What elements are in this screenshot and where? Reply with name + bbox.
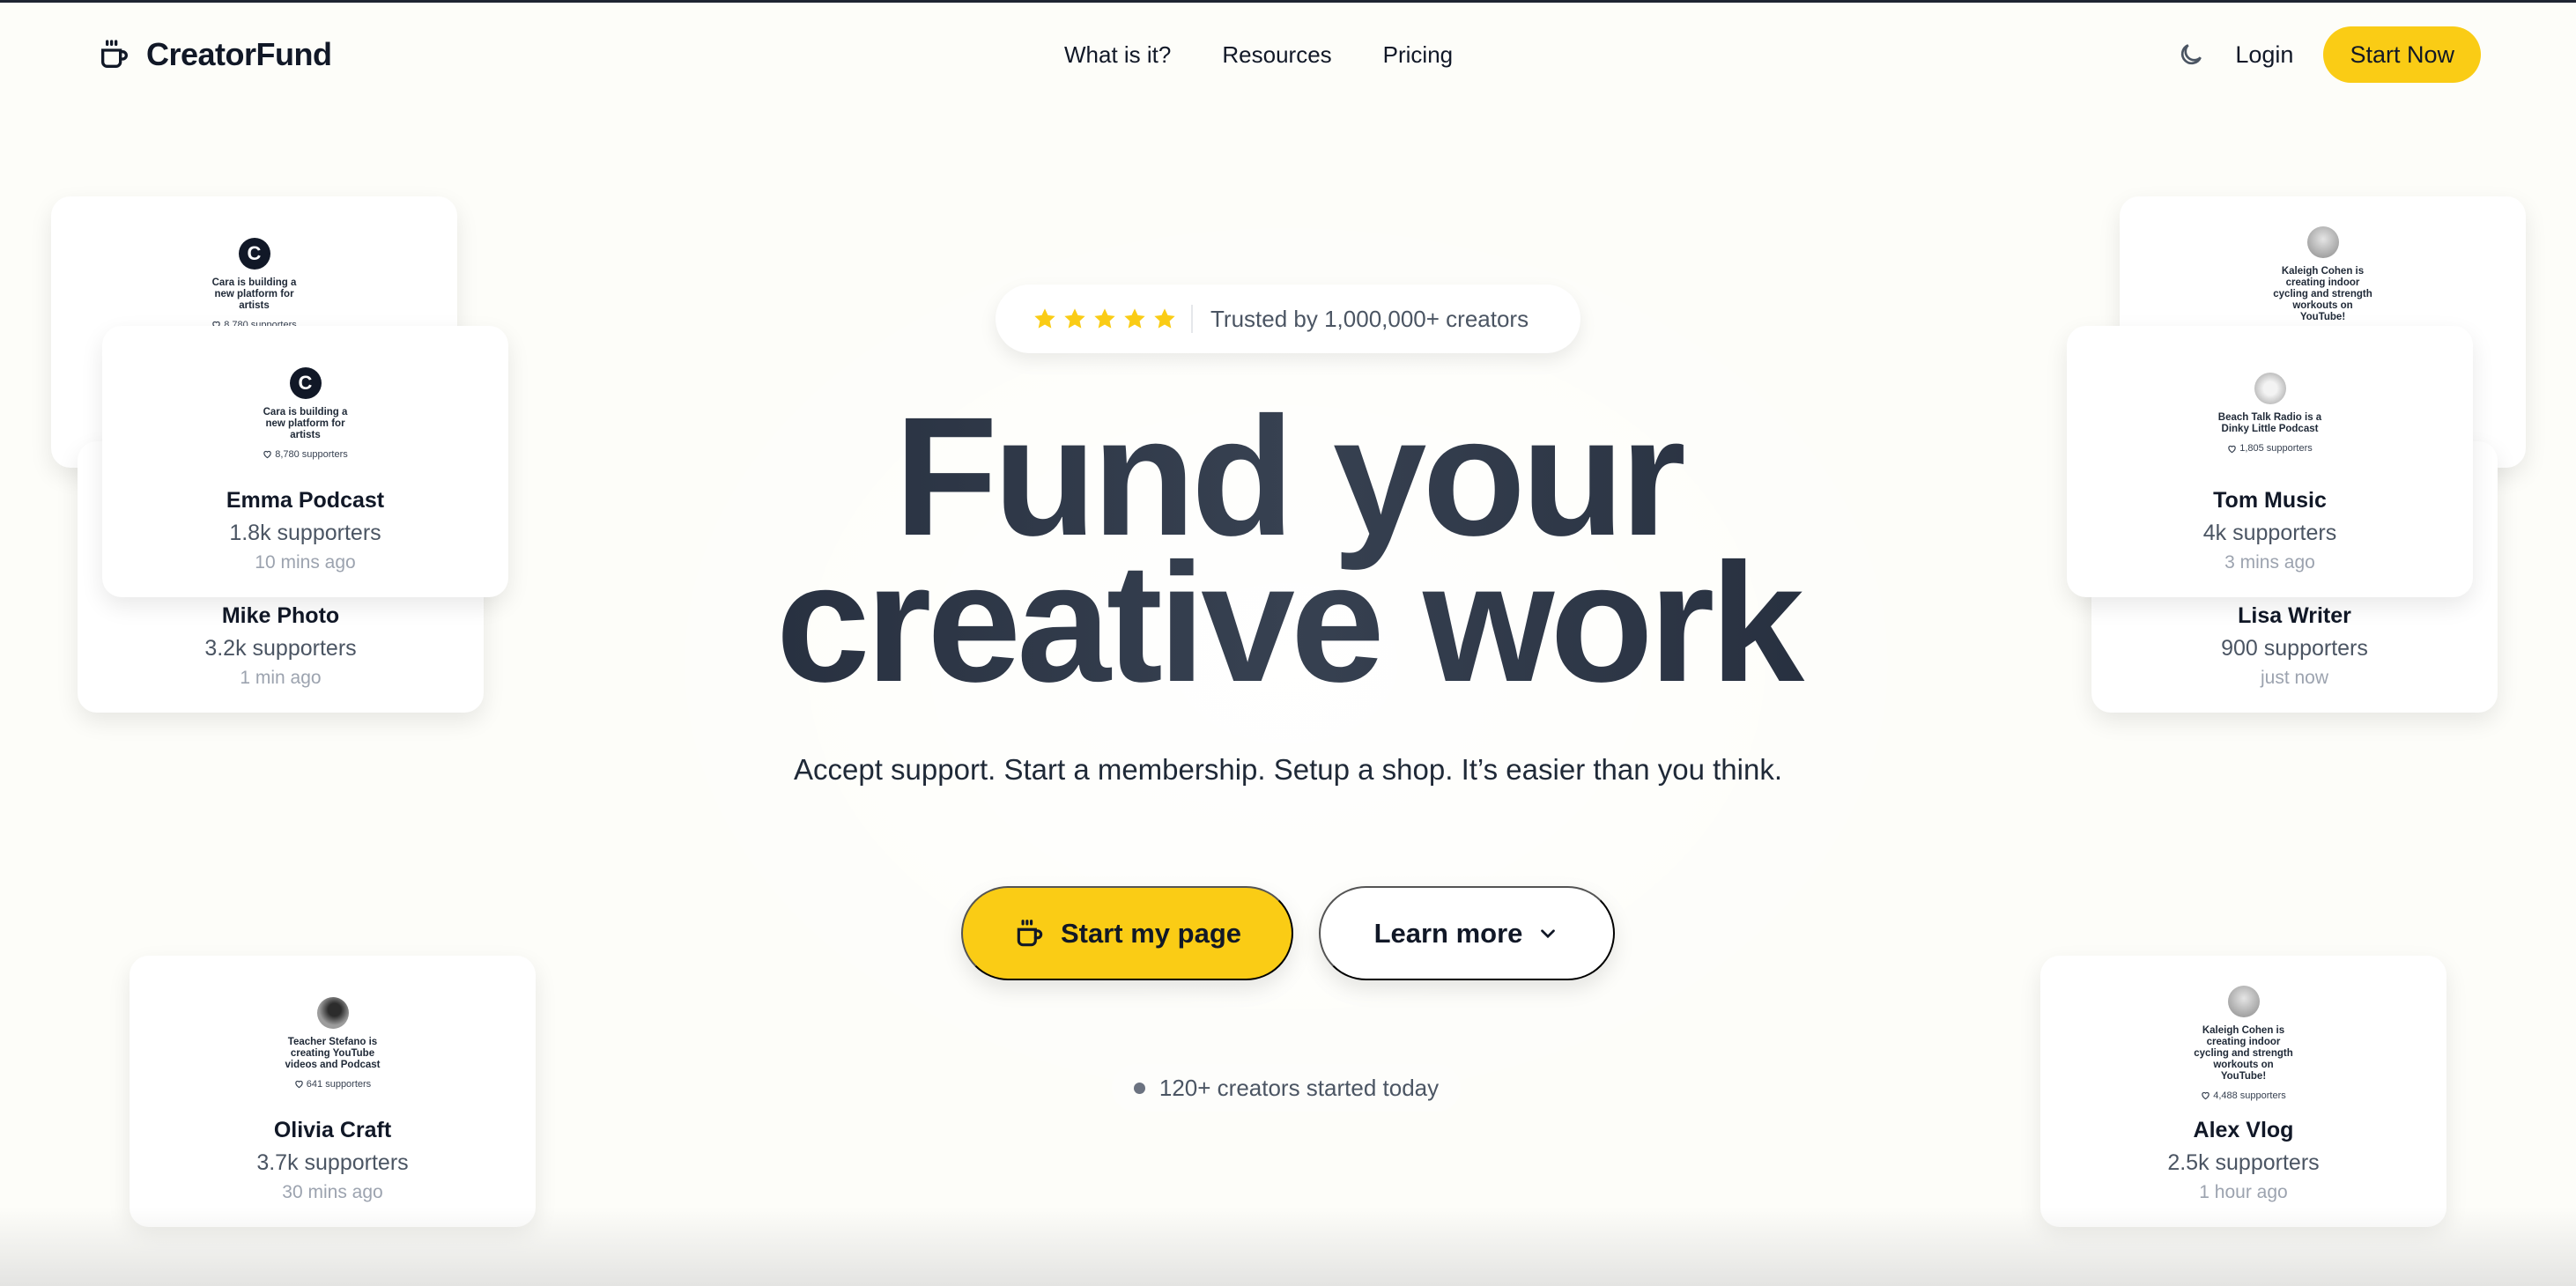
start-now-button[interactable]: Start Now — [2323, 26, 2481, 83]
preview-supporters: 4,488 supporters — [2201, 1090, 2286, 1101]
chevron-down-icon — [1541, 928, 1556, 938]
status-dot — [1133, 1082, 1145, 1094]
learn-more-label: Learn more — [1373, 917, 1523, 949]
card-meta: Alex Vlog 2.5k supporters 1 hour ago — [2040, 1114, 2446, 1206]
creator-name: Olivia Craft — [273, 1118, 392, 1142]
hero-subtitle: Accept support. Start a membership. Setu… — [794, 753, 1782, 786]
preview-description: Cara is building a new platform for arti… — [211, 277, 297, 311]
card-preview: Teacher Stefano is creating YouTube vide… — [130, 977, 536, 1109]
heart-icon — [2202, 1091, 2210, 1100]
timestamp: 30 mins ago — [282, 1182, 383, 1202]
trust-badge: Trusted by 1,000,000+ creators — [996, 285, 1580, 353]
nav-resources[interactable]: Resources — [1222, 41, 1331, 69]
supporter-count: 2.5k supporters — [2167, 1150, 2320, 1175]
supporter-count: 3.7k supporters — [256, 1150, 409, 1175]
main-nav: What is it? Resources Pricing — [1064, 41, 1453, 69]
creator-avatar — [316, 996, 349, 1029]
hero-title: Fund your creative work — [0, 403, 2576, 696]
creator-avatar — [2306, 225, 2339, 258]
brand-logo[interactable]: CreatorFund — [97, 36, 332, 73]
timestamp: 1 hour ago — [2199, 1182, 2288, 1202]
star-icon — [1154, 308, 1175, 329]
preview-description: Kaleigh Cohen is creating indoor cycling… — [2194, 1024, 2293, 1082]
coffee-mug-icon — [101, 40, 128, 68]
learn-more-button[interactable]: Learn more — [1319, 886, 1615, 980]
creator-name: Alex Vlog — [2193, 1118, 2294, 1142]
creator-card-alex[interactable]: Kaleigh Cohen is creating indoor cycling… — [2040, 956, 2446, 1227]
star-icon — [1064, 308, 1085, 329]
star-icon — [1034, 308, 1055, 329]
nav-what-is-it[interactable]: What is it? — [1064, 41, 1171, 69]
trusted-text: Trusted by 1,000,000+ creators — [1210, 305, 1529, 332]
start-my-page-button[interactable]: Start my page — [961, 886, 1293, 980]
star-icon — [1124, 308, 1145, 329]
coffee-mug-icon — [1017, 919, 1043, 946]
divider — [1191, 305, 1193, 333]
brand-name: CreatorFund — [146, 36, 332, 72]
top-nav: CreatorFund What is it? Resources Pricin… — [0, 3, 2576, 108]
star-icon — [1094, 308, 1115, 329]
card-meta: Olivia Craft 3.7k supporters 30 mins ago — [130, 1114, 536, 1206]
creator-avatar — [2227, 985, 2260, 1017]
preview-supporters-count: 4,488 supporters — [2213, 1090, 2286, 1101]
preview-description: Kaleigh Cohen is creating indoor cycling… — [2273, 265, 2372, 322]
login-link[interactable]: Login — [2235, 41, 2293, 69]
bottom-shadow — [0, 1207, 2576, 1286]
creator-avatar — [2254, 373, 2286, 404]
creator-avatar: C — [289, 366, 322, 399]
card-preview: Kaleigh Cohen is creating indoor cycling… — [2040, 977, 2446, 1109]
nav-pricing[interactable]: Pricing — [1383, 41, 1453, 69]
preview-supporters-count: 641 supporters — [306, 1078, 372, 1090]
rating-stars — [1033, 307, 1177, 331]
preview-description: Teacher Stefano is creating YouTube vide… — [285, 1036, 381, 1070]
creator-avatar: C — [238, 237, 270, 270]
preview-supporters: 641 supporters — [294, 1079, 371, 1090]
start-my-page-label: Start my page — [1060, 917, 1241, 949]
moon-icon[interactable] — [2177, 41, 2205, 69]
live-activity-pill: 120+ creators started today — [1112, 1064, 1461, 1112]
heart-icon — [295, 1080, 303, 1089]
hero-title-line2: creative work — [775, 528, 1801, 717]
creator-card-olivia[interactable]: Teacher Stefano is creating YouTube vide… — [130, 956, 536, 1227]
live-activity-text: 120+ creators started today — [1158, 1074, 1440, 1101]
